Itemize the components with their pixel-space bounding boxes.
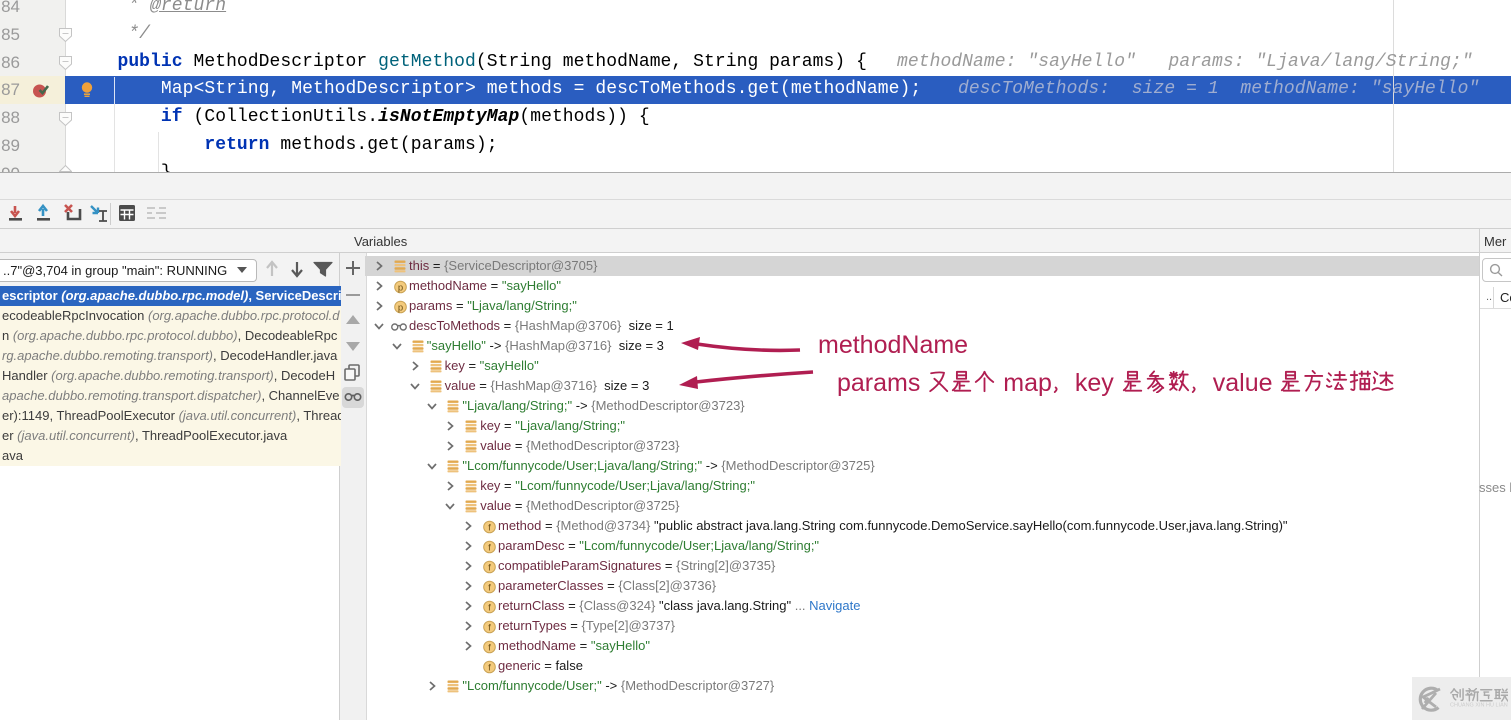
svg-text:f: f xyxy=(488,522,491,533)
svg-text:f: f xyxy=(488,582,491,593)
svg-text:f: f xyxy=(488,622,491,633)
svg-text:p: p xyxy=(398,282,403,293)
svg-text:f: f xyxy=(488,602,491,613)
svg-text:f: f xyxy=(488,542,491,553)
svg-text:f: f xyxy=(488,662,491,673)
svg-text:f: f xyxy=(488,562,491,573)
svg-text:p: p xyxy=(398,302,403,313)
svg-text:f: f xyxy=(488,642,491,653)
